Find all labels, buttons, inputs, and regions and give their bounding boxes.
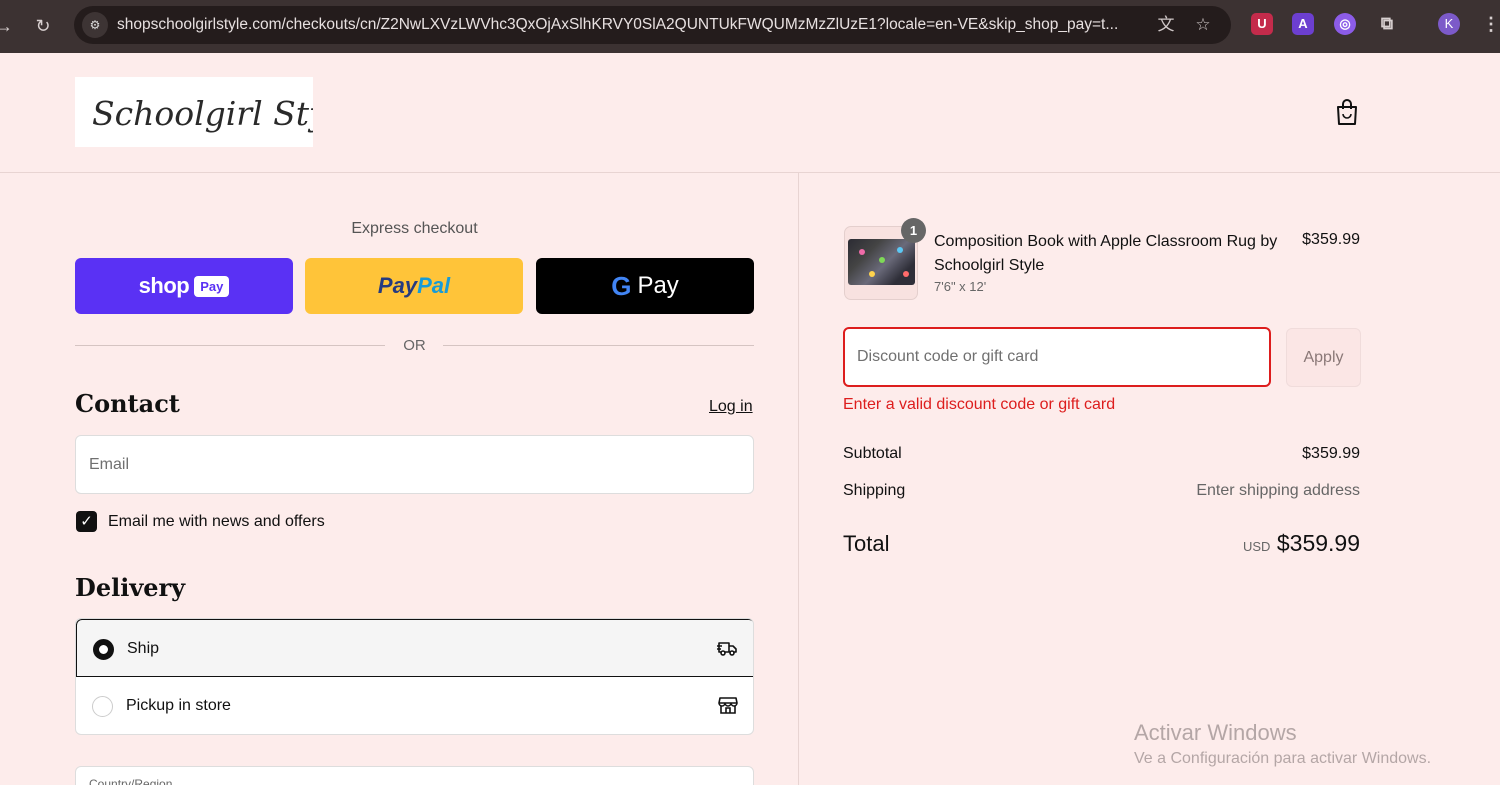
profile-avatar[interactable]: K <box>1438 13 1460 35</box>
ublock-extension-icon[interactable]: U <box>1251 13 1273 35</box>
pickup-label: Pickup in store <box>126 697 231 714</box>
paypal-button[interactable]: Pay Pal <box>305 258 523 314</box>
rug-dot <box>897 247 903 253</box>
store-header: Schoolgirl Style <box>0 53 1500 173</box>
quantity-badge: 1 <box>901 218 926 243</box>
discount-error: Enter a valid discount code or gift card <box>843 396 1116 413</box>
ship-option[interactable]: Ship <box>76 619 753 677</box>
ship-radio[interactable] <box>93 639 114 660</box>
store-icon <box>718 697 738 714</box>
pickup-option[interactable]: Pickup in store <box>76 677 753 734</box>
watermark-line-2: Ve a Configuración para activar Windows. <box>1134 750 1432 767</box>
google-pay-button[interactable]: G Pay <box>536 258 754 314</box>
total-value: $359.99 <box>1276 530 1360 556</box>
subtotal-label: Subtotal <box>843 445 902 462</box>
gpay-word: Pay <box>637 272 679 299</box>
discount-code-input[interactable] <box>843 327 1271 387</box>
windows-activation-watermark: Activar Windows Ve a Configuración para … <box>1134 720 1431 768</box>
purple-extension-icon[interactable]: ◎ <box>1334 13 1356 35</box>
shipping-value: Enter shipping address <box>1196 482 1360 499</box>
login-link[interactable]: Log in <box>709 398 753 416</box>
address-bar[interactable]: ⚙ shopschoolgirlstyle.com/checkouts/cn/Z… <box>74 6 1231 44</box>
rug-dot <box>903 271 909 277</box>
shopping-bag-icon[interactable] <box>1334 98 1360 126</box>
logo-script: Schoolgirl Style <box>92 94 313 133</box>
country-region-label: Country/Region <box>89 777 173 785</box>
truck-icon <box>717 642 737 656</box>
email-field[interactable] <box>75 435 754 494</box>
rug-dot <box>869 271 875 277</box>
site-settings-icon[interactable]: ⚙ <box>82 12 108 38</box>
browser-toolbar: → ↻ ⚙ shopschoolgirlstyle.com/checkouts/… <box>0 0 1500 53</box>
shop-pay-button[interactable]: shop Pay <box>75 258 293 314</box>
product-variant: 7'6" x 12' <box>934 279 987 294</box>
or-separator: OR <box>75 335 754 355</box>
bookmark-star-icon[interactable]: ☆ <box>1192 14 1214 36</box>
google-g-icon: G <box>611 270 632 301</box>
delivery-options: Ship Pickup in store <box>75 618 754 735</box>
country-region-select[interactable]: Country/Region <box>75 766 754 785</box>
rug-dot <box>859 249 865 255</box>
watermark-line-1: Activar Windows <box>1134 720 1297 745</box>
reload-icon[interactable]: ↻ <box>29 12 57 40</box>
rug-dot <box>879 257 885 263</box>
column-divider <box>798 173 799 785</box>
ship-label: Ship <box>127 640 160 657</box>
or-text: OR <box>403 337 426 354</box>
shoppay-pill: Pay <box>194 275 230 297</box>
url-text[interactable]: shopschoolgirlstyle.com/checkouts/cn/Z2N… <box>117 16 1147 34</box>
paypal-word-2: Pal <box>417 273 451 298</box>
apply-discount-button[interactable]: Apply <box>1286 328 1361 387</box>
store-logo[interactable]: Schoolgirl Style <box>75 77 313 147</box>
contact-title: Contact <box>75 389 180 418</box>
product-price: $359.99 <box>1302 231 1360 248</box>
shoppay-word: shop <box>138 273 190 298</box>
extensions-puzzle-icon[interactable]: ⧉ <box>1376 13 1398 35</box>
newsletter-checkbox[interactable]: ✓ <box>76 511 97 532</box>
product-name: Composition Book with Apple Classroom Ru… <box>934 233 1278 274</box>
menu-kebab-icon[interactable]: ⋮ <box>1480 13 1500 35</box>
shipping-label: Shipping <box>843 482 906 499</box>
total-currency: USD <box>1243 539 1271 554</box>
delivery-title: Delivery <box>75 573 186 602</box>
total-label: Total <box>843 531 890 556</box>
paypal-word-1: Pay <box>377 273 418 298</box>
subtotal-value: $359.99 <box>1302 445 1360 462</box>
pickup-radio[interactable] <box>92 696 113 717</box>
express-checkout-label: Express checkout <box>351 220 478 237</box>
newsletter-label: Email me with news and offers <box>108 513 325 530</box>
back-icon[interactable]: → <box>0 12 18 40</box>
a-extension-icon[interactable]: A <box>1292 13 1314 35</box>
logo-text: Schoolgirl Style <box>92 94 313 133</box>
translate-icon[interactable]: 文 <box>1155 14 1177 36</box>
